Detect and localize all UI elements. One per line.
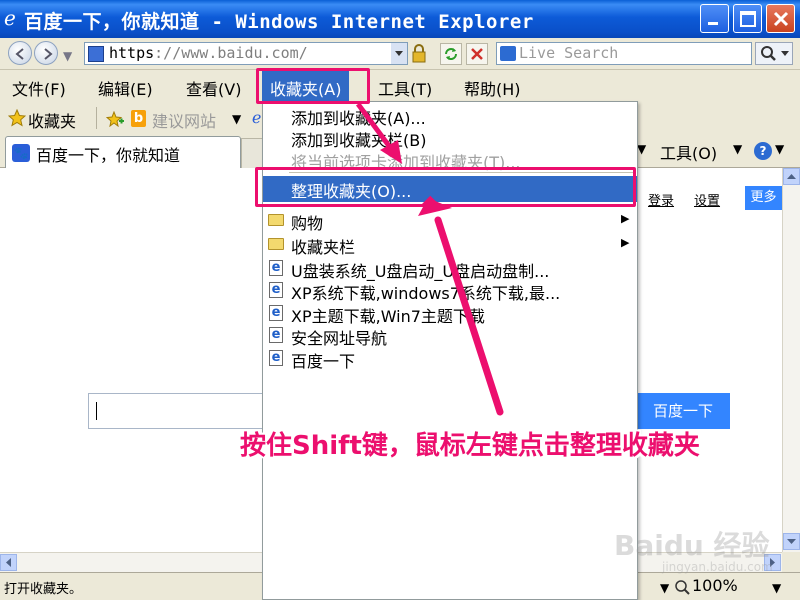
- menu-view[interactable]: 查看(V): [186, 76, 241, 100]
- close-button[interactable]: [766, 4, 795, 33]
- menu-tools[interactable]: 工具(T): [378, 76, 432, 100]
- menu-separator: [289, 172, 635, 173]
- live-search-field[interactable]: Live Search: [496, 42, 752, 65]
- chevron-right-icon: [770, 558, 775, 567]
- title-bar: ℯ 百度一下，你就知道 - Windows Internet Explorer: [0, 0, 800, 38]
- favorites-button[interactable]: 收藏夹: [28, 108, 76, 132]
- ie-page-icon: e: [269, 282, 283, 298]
- page-icon: [88, 46, 104, 62]
- suggested-sites-link[interactable]: 建议网站: [152, 108, 216, 132]
- stop-icon: [471, 48, 483, 60]
- page-menu-dropdown-icon[interactable]: ▼: [637, 142, 646, 156]
- chevron-left-icon: [6, 558, 11, 567]
- tools-dropdown-icon[interactable]: ▼: [733, 142, 742, 156]
- scroll-right-button[interactable]: [764, 554, 781, 571]
- menu-item-link[interactable]: e U盘装系统_U盘启动_U盘启动盘制...: [263, 256, 637, 281]
- menu-item-link[interactable]: e XP系统下载,windows7系统下载,最...: [263, 278, 637, 303]
- web-slice-icon[interactable]: ℯ: [252, 108, 261, 127]
- ie-page-icon: e: [269, 305, 283, 321]
- baidu-search-button[interactable]: 百度一下: [636, 393, 730, 429]
- submenu-arrow-icon: ▶: [621, 212, 630, 225]
- toolbar-separator: [96, 107, 97, 129]
- menu-separator: [289, 206, 635, 207]
- address-bar: ▼ https://www.baidu.com/ Live Search: [0, 38, 800, 70]
- back-arrow-icon: [15, 48, 24, 60]
- folder-icon: [268, 238, 284, 250]
- baidu-paw-icon: 🐾: [12, 144, 30, 162]
- text-caret: [96, 402, 97, 420]
- menu-item-link[interactable]: e XP主题下载,Win7主题下载: [263, 301, 637, 326]
- maximize-icon: [740, 11, 756, 27]
- close-icon: [773, 11, 789, 27]
- search-placeholder: Live Search: [519, 44, 619, 62]
- live-search-icon: [500, 46, 516, 61]
- ie-page-icon: e: [269, 327, 283, 343]
- status-text: 打开收藏夹。: [4, 582, 83, 597]
- favorites-menu: 添加到收藏夹(A)... 添加到收藏夹栏(B) 将当前选项卡添加到收藏夹(T).…: [262, 101, 638, 600]
- minimize-icon: [708, 22, 718, 25]
- refresh-button[interactable]: [440, 43, 462, 65]
- menu-item-folder-shopping[interactable]: 购物 ▶: [263, 208, 637, 233]
- chevron-down-icon: [395, 51, 403, 56]
- back-button[interactable]: [8, 41, 32, 65]
- menu-bar: 文件(F) 编辑(E) 查看(V) 收藏夹(A) 工具(T) 帮助(H): [0, 70, 800, 102]
- menu-file[interactable]: 文件(F): [12, 76, 66, 100]
- search-go-button[interactable]: [755, 42, 793, 65]
- settings-link[interactable]: 设置: [694, 190, 720, 209]
- window-title: 百度一下，你就知道 - Windows Internet Explorer: [24, 11, 534, 33]
- ie-app-icon: ℯ: [4, 6, 16, 30]
- refresh-icon: [445, 48, 457, 60]
- menu-item-add-tabs-to-favorites: 将当前选项卡添加到收藏夹(T)...: [291, 153, 521, 172]
- zoom-level[interactable]: 100%: [692, 576, 738, 595]
- tools-command-button[interactable]: 工具(O): [660, 140, 717, 164]
- ie-page-icon: e: [269, 350, 283, 366]
- scroll-up-button[interactable]: [783, 168, 800, 185]
- scroll-left-button[interactable]: [0, 554, 17, 571]
- suggested-sites-dropdown-icon[interactable]: ▼: [232, 112, 241, 126]
- address-field[interactable]: https://www.baidu.com/: [84, 42, 408, 65]
- forward-arrow-icon: [44, 48, 53, 60]
- menu-item-add-to-favorites-bar[interactable]: 添加到收藏夹栏(B): [263, 125, 637, 150]
- menu-item-link[interactable]: e 安全网址导航: [263, 323, 637, 348]
- zoom-icon[interactable]: [674, 579, 690, 595]
- tab-baidu[interactable]: 🐾 百度一下，你就知道: [5, 136, 241, 168]
- menu-help[interactable]: 帮助(H): [464, 76, 521, 100]
- search-icon: [761, 46, 789, 61]
- menu-item-folder-favorites-bar[interactable]: 收藏夹栏 ▶: [263, 232, 637, 257]
- favorites-star-icon[interactable]: [8, 109, 26, 127]
- chevron-down-icon: [787, 539, 796, 544]
- folder-icon: [268, 214, 284, 226]
- menu-item-organize-favorites[interactable]: 整理收藏夹(O)...: [263, 176, 637, 202]
- scroll-down-button[interactable]: [783, 533, 800, 550]
- menu-favorites[interactable]: 收藏夹(A): [262, 70, 350, 102]
- bing-icon: b: [131, 110, 146, 127]
- forward-button[interactable]: [34, 41, 58, 65]
- menu-edit[interactable]: 编辑(E): [98, 76, 153, 100]
- vertical-scrollbar[interactable]: [782, 168, 800, 552]
- submenu-arrow-icon: ▶: [621, 236, 630, 249]
- menu-item-link[interactable]: e 百度一下: [263, 346, 637, 371]
- menu-item-add-to-favorites[interactable]: 添加到收藏夹(A)...: [263, 103, 637, 128]
- zoom-dropdown-icon[interactable]: ▼: [772, 581, 781, 595]
- chevron-up-icon: [787, 174, 796, 179]
- stop-button[interactable]: [466, 43, 488, 65]
- annotation-text: 按住Shift键，鼠标左键点击整理收藏夹: [240, 431, 700, 461]
- ie-page-icon: e: [269, 260, 283, 276]
- lock-icon[interactable]: [411, 44, 427, 64]
- tab-label: 百度一下，你就知道: [36, 146, 181, 165]
- address-dropdown-button[interactable]: [391, 43, 407, 64]
- add-favorite-icon[interactable]: [106, 111, 124, 127]
- help-dropdown-icon[interactable]: ▼: [775, 142, 784, 156]
- minimize-button[interactable]: [700, 4, 729, 33]
- protected-mode-dropdown-icon[interactable]: ▼: [660, 581, 669, 595]
- history-dropdown-icon[interactable]: ▼: [63, 49, 72, 63]
- help-icon[interactable]: ?: [754, 142, 772, 160]
- url-text[interactable]: https://www.baidu.com/: [109, 44, 308, 62]
- login-link[interactable]: 登录: [648, 190, 674, 209]
- more-button[interactable]: 更多: [745, 186, 782, 210]
- maximize-button[interactable]: [733, 4, 762, 33]
